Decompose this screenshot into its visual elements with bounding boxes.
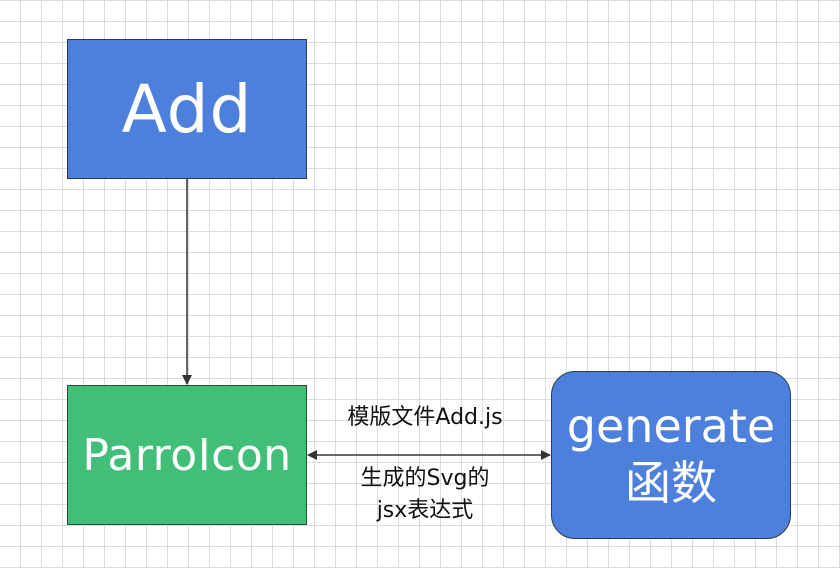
edge-label-bottom-line1: 生成的Svg的 (360, 466, 490, 491)
parroticon-node-label: ParroIcon (82, 429, 292, 481)
edge-label-template-file: 模版文件Add.js (318, 402, 532, 434)
edge-label-bottom-line2: jsx表达式 (376, 497, 474, 523)
diagram-canvas: Add ParroIcon generate 函数 模版文件Add.js 生成的… (0, 0, 840, 568)
edge-label-svg-jsx: 生成的Svg的 jsx表达式 (318, 463, 532, 527)
add-node-label: Add (121, 70, 253, 148)
generate-node-label-line1: generate (566, 398, 776, 453)
generate-node-label-line2: 函数 (625, 456, 717, 510)
add-node[interactable]: Add (67, 39, 307, 179)
generate-function-node[interactable]: generate 函数 (551, 371, 791, 539)
parroticon-node[interactable]: ParroIcon (67, 385, 307, 525)
edge-label-top-text: 模版文件Add.js (347, 405, 503, 430)
